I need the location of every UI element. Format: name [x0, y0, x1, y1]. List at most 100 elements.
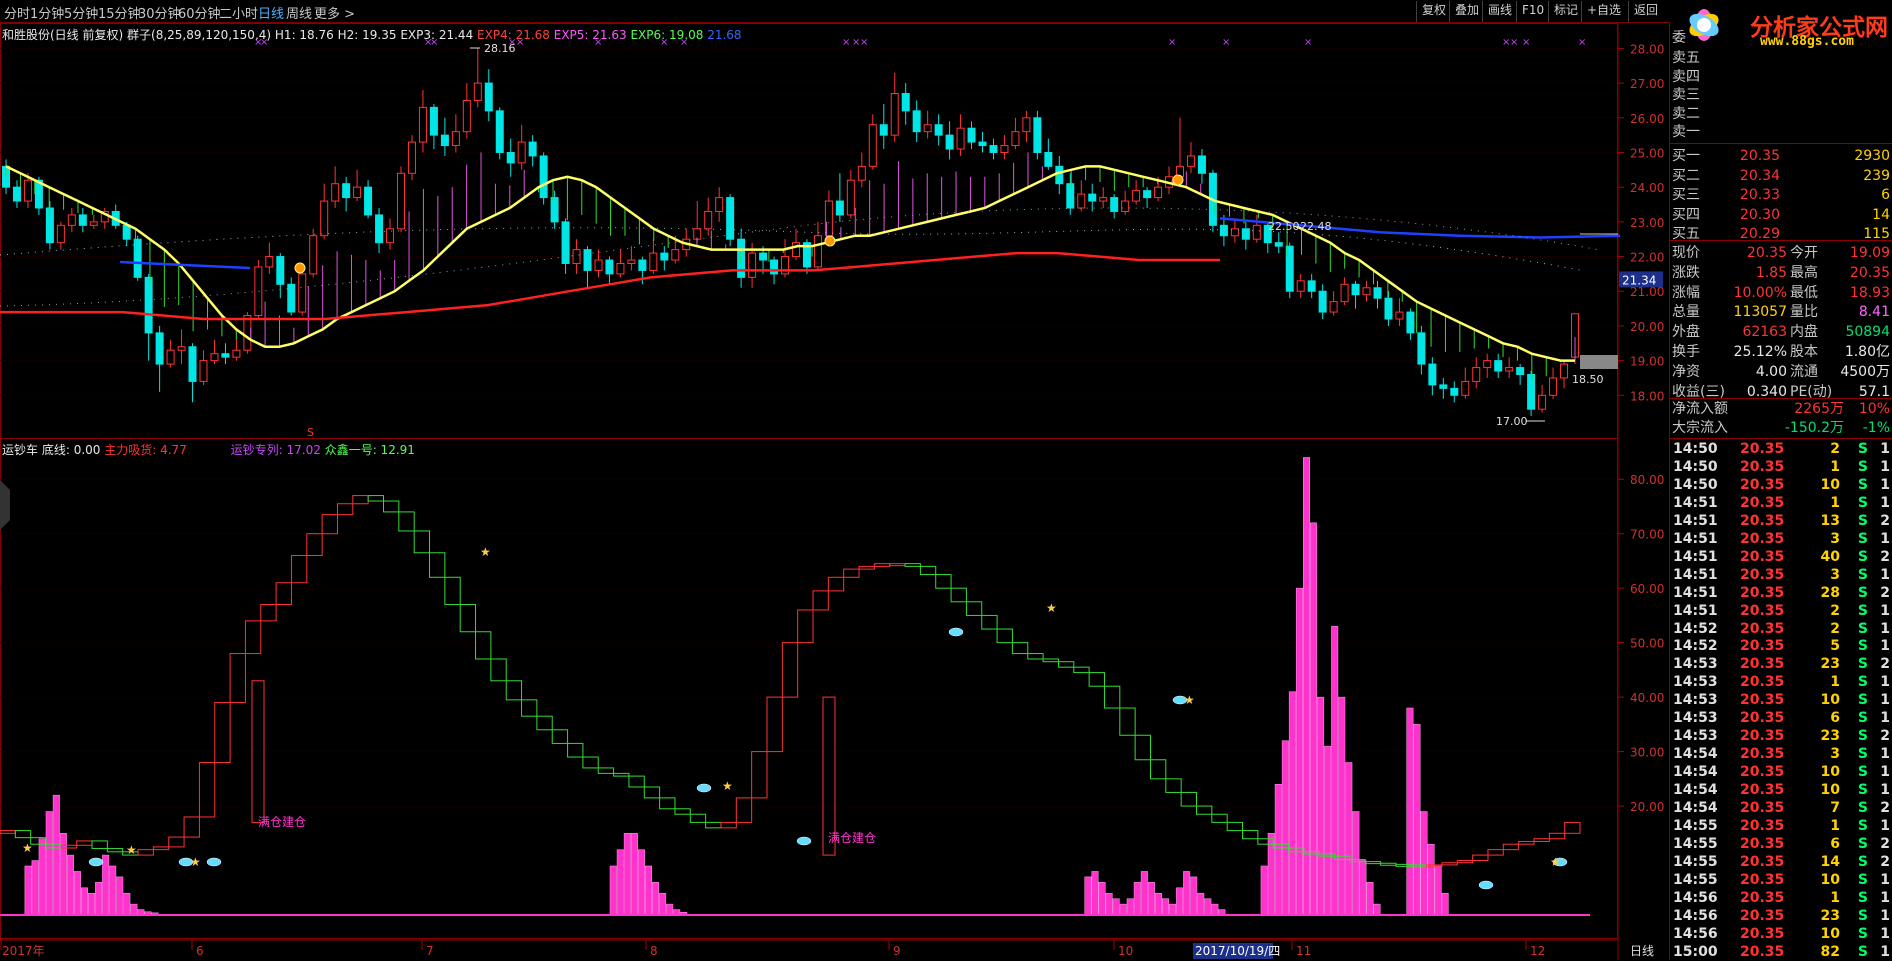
trade-side: S	[1857, 943, 1868, 960]
buy-volume: 115	[1863, 226, 1890, 242]
volume-bar	[1420, 811, 1428, 916]
volume-bar	[45, 811, 53, 916]
indicator-step	[214, 702, 231, 763]
volume-bar	[666, 903, 674, 916]
volume-bar	[73, 871, 81, 916]
period-tab-label: 日线	[1630, 944, 1654, 958]
candle-body	[539, 155, 548, 199]
volume-bar	[1274, 784, 1282, 916]
trade-side: S	[1857, 782, 1868, 799]
trade-volume: 23	[1820, 728, 1840, 745]
trade-price: 20.35	[1740, 674, 1785, 691]
date-axis-label: 11	[1296, 944, 1311, 958]
buy-volume: 14	[1872, 206, 1890, 223]
candle-body	[166, 349, 175, 365]
volume-bar	[1352, 811, 1360, 916]
candle-body	[418, 106, 427, 143]
trade-price: 20.35	[1740, 889, 1785, 906]
trade-side: S	[1857, 710, 1868, 727]
candle-body	[1110, 197, 1119, 212]
trade-price: 20.35	[1740, 441, 1785, 457]
buy-price: 20.33	[1739, 187, 1780, 203]
candle-body	[945, 134, 954, 150]
trade-count: 1	[1880, 817, 1890, 834]
stat-value: 25.12%	[1733, 344, 1787, 360]
candle-body	[89, 221, 98, 226]
stat-label: 外盘	[1672, 324, 1700, 341]
buy-volume: 6	[1881, 187, 1890, 203]
indicator-step	[720, 821, 737, 829]
stat-value-2: 1.80亿	[1844, 344, 1890, 360]
indicator-step	[766, 696, 783, 753]
trade-side: S	[1857, 692, 1868, 709]
candle-body	[243, 315, 252, 351]
trade-count: 1	[1880, 494, 1890, 511]
candle-body	[407, 141, 416, 174]
ma-yellow-line	[5, 165, 1575, 362]
volume-bar	[52, 794, 60, 916]
candle-body	[155, 332, 164, 365]
trade-side: S	[1857, 494, 1868, 511]
candle-body	[1329, 301, 1338, 313]
candle-body	[835, 200, 844, 216]
signal-x-marker: ×	[594, 37, 602, 48]
trade-volume: 10	[1820, 764, 1840, 781]
candle-body	[561, 221, 570, 264]
volume-bar	[24, 865, 32, 916]
candle-body	[616, 262, 625, 275]
volume-bar	[130, 903, 138, 916]
trade-price: 20.35	[1740, 602, 1785, 619]
chart-area[interactable]: ★ ★ ★ ★ ★ ★ ★ ★ 28.00 27.00 26.00 25.00 24.00 23.00 2…	[0, 0, 1670, 960]
candle-body	[583, 249, 592, 271]
candle-body	[45, 207, 54, 244]
indicator-step	[705, 821, 722, 829]
buy-price: 20.35	[1739, 148, 1780, 164]
indicator-step	[459, 604, 477, 633]
candle-body	[451, 131, 460, 147]
candle-body	[1252, 224, 1261, 240]
signal-x-marker: ×	[430, 37, 438, 48]
trade-row: 14:54 20.35 10 S 1	[1670, 763, 1892, 781]
trade-price: 20.35	[1740, 764, 1785, 781]
candle-body	[934, 124, 943, 136]
candle-body	[879, 124, 888, 136]
signal-car-icon	[206, 857, 222, 867]
indicator-step	[582, 756, 599, 769]
stat-row: 现价 20.35 今开 19.09	[1670, 243, 1892, 263]
trade-side: S	[1857, 441, 1868, 457]
mid-mark-label: 22.50	[1268, 220, 1300, 233]
candle-body	[1406, 311, 1415, 334]
stat-label-2: 内盘	[1790, 324, 1818, 341]
panel-separator	[1670, 143, 1892, 144]
price-axis-label: 28.00	[1630, 42, 1664, 56]
trade-volume: 1	[1830, 674, 1840, 691]
trade-side: S	[1857, 674, 1868, 691]
candle-body	[1450, 387, 1459, 396]
trade-row: 14:53 20.35 10 S 1	[1670, 691, 1892, 709]
indicator-step	[751, 751, 768, 799]
trade-row: 14:51 20.35 3 S 1	[1670, 566, 1892, 584]
trade-price: 20.35	[1740, 853, 1785, 870]
indicator-step	[1011, 642, 1029, 655]
trade-row: 14:51 20.35 13 S 2	[1670, 512, 1892, 530]
trade-volume: 1	[1830, 458, 1840, 475]
cross-signal-dot	[1172, 174, 1184, 186]
indicator-step	[444, 576, 461, 606]
indicator-step	[873, 563, 891, 567]
volume-bar	[1406, 707, 1414, 916]
candle-body	[1230, 228, 1239, 237]
indicator-step	[981, 614, 998, 630]
buy-price: 20.30	[1739, 206, 1780, 223]
indicator-step	[1487, 849, 1504, 856]
trade-side: S	[1857, 530, 1868, 547]
trade-time: 14:53	[1673, 692, 1718, 709]
indicator-step	[1134, 734, 1151, 761]
volume-bar	[637, 849, 645, 916]
candle-body	[353, 186, 362, 199]
indicator-step	[352, 495, 369, 505]
volume-bar	[1126, 898, 1134, 916]
candle-body	[364, 186, 373, 216]
trade-volume: 82	[1820, 943, 1840, 960]
candle-body	[1362, 287, 1371, 296]
candle-body	[1000, 145, 1009, 153]
